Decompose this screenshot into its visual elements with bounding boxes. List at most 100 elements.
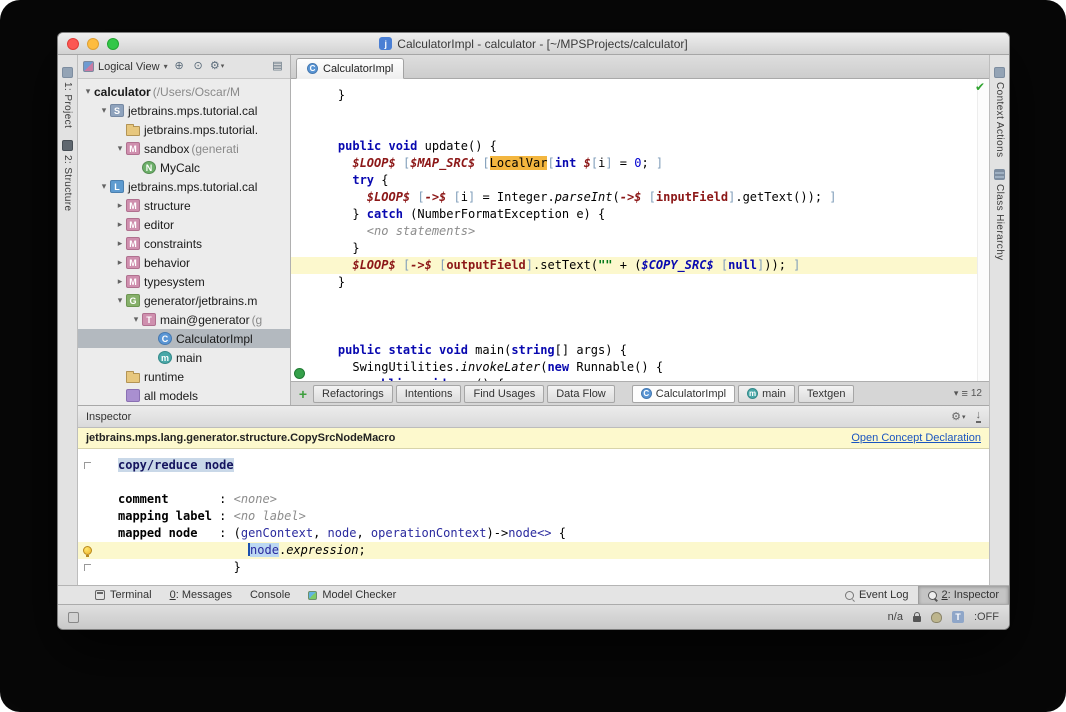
bottom-tab-find-usages[interactable]: Find Usages (464, 385, 544, 403)
statusbar-event-log-button[interactable]: Event Log (836, 586, 918, 604)
editor-tab-calculatorimpl[interactable]: C CalculatorImpl (296, 58, 404, 79)
tree-row[interactable]: ▸Mstructure (78, 196, 290, 215)
chevron-down-icon[interactable]: ▾ (114, 143, 126, 154)
tool-button-structure[interactable]: 2: Structure (62, 140, 73, 212)
event-log-label: Event Log (859, 589, 909, 601)
tree-row[interactable]: ▸Mtypesystem (78, 272, 290, 291)
inspector-line[interactable]: comment : <none> (78, 491, 989, 508)
tree-row[interactable]: jetbrains.mps.tutorial. (78, 120, 290, 139)
code-token: = (613, 156, 635, 170)
code-line[interactable]: } (309, 240, 975, 257)
statusbar-console-button[interactable]: Console (241, 586, 299, 604)
chevron-right-icon[interactable]: ▸ (114, 219, 126, 230)
code-line[interactable] (309, 104, 975, 121)
code-area[interactable]: } public void update() { $LOOP$ [$MAP_SR… (291, 79, 989, 381)
zoom-button[interactable] (107, 38, 119, 50)
tree-row[interactable]: ▾Ggenerator/jetbrains.m (78, 291, 290, 310)
chevron-down-icon[interactable]: ▾ (164, 62, 168, 71)
code-line[interactable]: public void run() { (309, 376, 975, 381)
gear-icon[interactable]: ⚙▾ (210, 59, 225, 75)
tree-row[interactable]: ▸Mconstraints (78, 234, 290, 253)
statusbar-inspector-button[interactable]: 2: Inspector (918, 586, 1009, 604)
statusbar-terminal-button[interactable]: Terminal (86, 586, 161, 604)
tool-button-context-actions[interactable]: Context Actions (994, 67, 1005, 157)
code-line[interactable]: public static void main(string[] args) { (309, 342, 975, 359)
tree-row[interactable]: ▾Tmain@generator (g (78, 310, 290, 329)
bottom-tab-main[interactable]: mmain (738, 385, 795, 403)
code-line[interactable]: } catch (NumberFormatException e) { (309, 206, 975, 223)
gear-icon[interactable]: ⚙▾ (951, 410, 965, 423)
chevron-right-icon[interactable]: ▸ (114, 200, 126, 211)
inspector-line[interactable] (78, 474, 989, 491)
chevron-right-icon[interactable]: ▸ (114, 276, 126, 287)
code-line[interactable] (309, 325, 975, 342)
tree-row[interactable]: ▾calculator (/Users/Oscar/M (78, 82, 290, 101)
inspector-line[interactable]: } (78, 559, 989, 576)
tool-button-class-hierarchy[interactable]: Class Hierarchy (994, 169, 1005, 261)
code-line[interactable]: SwingUtilities.invokeLater(new Runnable(… (309, 359, 975, 376)
chevron-down-icon[interactable]: ▾ (130, 314, 142, 325)
code-line[interactable]: $LOOP$ [$MAP_SRC$ [LocalVar[int $[i] = 0… (309, 155, 975, 172)
statusbar-messages-button[interactable]: 0: Messages (161, 586, 241, 604)
tree-row[interactable]: runtime (78, 367, 290, 386)
inspector-line[interactable]: node.expression; (78, 542, 989, 559)
highlighting-level-icon[interactable] (931, 612, 942, 623)
tree-row[interactable]: mmain (78, 348, 290, 367)
inspector-line[interactable]: mapping label : <no label> (78, 508, 989, 525)
scroll-to-source-icon[interactable]: ⊙ (191, 59, 206, 75)
tree-row[interactable]: ▾Msandbox (generati (78, 139, 290, 158)
chevron-right-icon[interactable]: ▸ (114, 257, 126, 268)
navigate-icon[interactable]: ⊕ (172, 59, 187, 75)
code-line[interactable]: $LOOP$ [->$ [i] = Integer.parseInt(->$ [… (309, 189, 975, 206)
tree-row[interactable]: ▾Sjetbrains.mps.tutorial.cal (78, 101, 290, 120)
tree-row[interactable]: ▸Mbehavior (78, 253, 290, 272)
bottom-tab-calculatorimpl[interactable]: CCalculatorImpl (632, 385, 735, 403)
code-line[interactable]: try { (309, 172, 975, 189)
minimize-button[interactable] (87, 38, 99, 50)
tree-row[interactable]: CCalculatorImpl (78, 329, 290, 348)
bottom-tab-refactorings[interactable]: Refactorings (313, 385, 393, 403)
code-line[interactable]: $LOOP$ [->$ [outputField].setText("" + (… (291, 257, 989, 274)
add-tab-icon[interactable]: + (296, 387, 310, 401)
hide-panel-icon[interactable]: ▤ (270, 59, 285, 75)
tree-row[interactable]: NMyCalc (78, 158, 290, 177)
close-button[interactable] (67, 38, 79, 50)
tree-row[interactable]: ▸Meditor (78, 215, 290, 234)
chevron-down-icon[interactable]: ▾ (82, 86, 94, 97)
inspector-line[interactable]: mapped node : (genContext, node, operati… (78, 525, 989, 542)
tool-button-project[interactable]: 1: Project (62, 67, 73, 128)
chevron-down-icon[interactable]: ▾ (98, 181, 110, 192)
code-line[interactable]: public void update() { (309, 138, 975, 155)
tab-list-icon[interactable]: ≡ (961, 388, 967, 400)
lightbulb-icon[interactable] (83, 546, 92, 555)
chevron-right-icon[interactable]: ▸ (114, 238, 126, 249)
titlebar[interactable]: j CalculatorImpl - calculator - [~/MPSPr… (58, 33, 1009, 55)
code-line[interactable]: } (309, 87, 975, 104)
bottom-tab-intentions[interactable]: Intentions (396, 385, 462, 403)
code-line[interactable]: <no statements> (309, 223, 975, 240)
code-line[interactable] (309, 291, 975, 308)
code-line[interactable] (309, 121, 975, 138)
intention-gutter[interactable] (78, 546, 96, 555)
toolwindow-toggle-icon[interactable] (68, 612, 79, 623)
dock-icon[interactable]: ↓ (976, 410, 982, 423)
error-stripe[interactable] (977, 79, 989, 381)
view-selector[interactable]: Logical View (98, 61, 160, 73)
chevron-down-icon[interactable]: ▾ (98, 105, 110, 116)
bottom-tab-label: CalculatorImpl (656, 388, 726, 400)
inspector-line[interactable]: copy/reduce node (78, 457, 989, 474)
editor-pane[interactable]: } public void update() { $LOOP$ [$MAP_SR… (291, 79, 989, 381)
open-concept-declaration-link[interactable]: Open Concept Declaration (851, 432, 981, 444)
tree-row[interactable]: ▾Ljetbrains.mps.tutorial.cal (78, 177, 290, 196)
code-line[interactable] (309, 308, 975, 325)
bottom-tab-textgen[interactable]: Textgen (798, 385, 855, 403)
tree-row[interactable]: all models (78, 386, 290, 405)
chevron-down-icon[interactable]: ▾ (114, 295, 126, 306)
bottom-tab-data-flow[interactable]: Data Flow (547, 385, 615, 403)
chevron-down-icon[interactable]: ▾ (954, 388, 959, 399)
typing-mode-icon[interactable]: T (952, 611, 964, 623)
inspector-body[interactable]: copy/reduce node comment : <none>mapping… (78, 449, 989, 585)
statusbar-model-checker-button[interactable]: Model Checker (299, 586, 405, 604)
lock-icon[interactable] (913, 616, 921, 622)
code-line[interactable]: } (309, 274, 975, 291)
